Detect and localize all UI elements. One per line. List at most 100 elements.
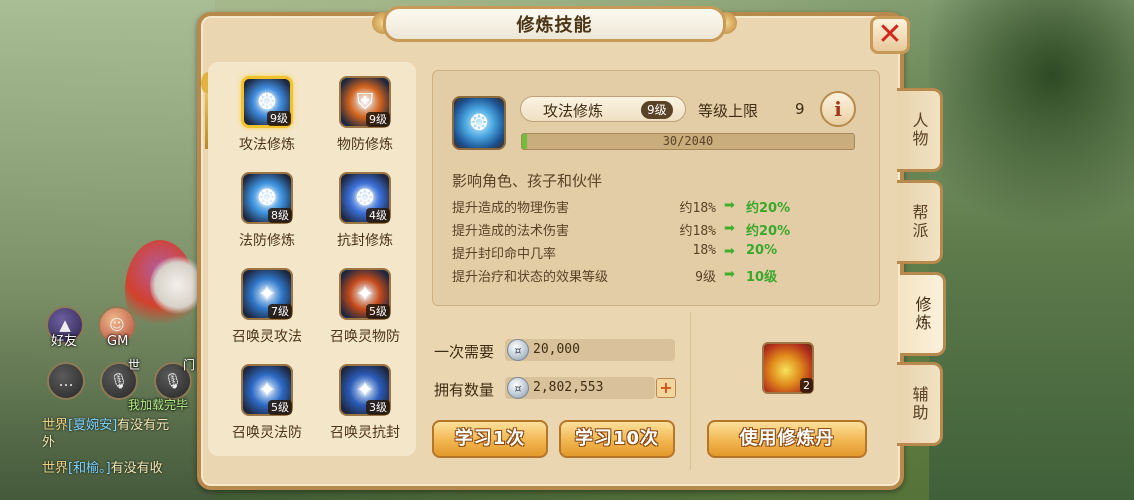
level-cap-label: 等级上限 <box>698 102 759 120</box>
effect-name: 提升封印命中几率 <box>452 247 557 262</box>
tab-character[interactable]: 人物 <box>897 88 943 172</box>
cost-once-label: 一次需要 <box>434 343 495 361</box>
tab-assist[interactable]: 辅助 <box>897 362 943 446</box>
chat-button[interactable]: … <box>47 362 85 400</box>
add-currency-button[interactable]: + <box>656 378 676 398</box>
skill-level-badge: 9级 <box>366 112 390 127</box>
effect-next: 约20% <box>746 201 791 216</box>
chat-text: 外 <box>42 435 56 450</box>
tab-cultivation[interactable]: 修炼 <box>900 272 946 356</box>
skill-level-badge: 9级 <box>641 101 673 119</box>
affects-text: 影响角色、孩子和伙伴 <box>452 172 603 190</box>
effect-row: 提升造成的物理伤害 约18% ➡ 约20% <box>452 197 872 219</box>
skill-icon-frame: ✦ 5级 <box>339 268 391 320</box>
loading-status: 我加载完毕 <box>128 398 189 412</box>
learn-ten-button[interactable]: 学习10次 <box>559 420 675 458</box>
microphone-icon: 🎙 <box>109 372 129 390</box>
close-icon: ✕ <box>877 17 903 52</box>
level-cap-value: 9 <box>795 100 805 118</box>
silver-coin-icon: ¤ <box>507 339 529 361</box>
effect-next: 10级 <box>746 270 778 285</box>
arrow-right-icon: ➡ <box>724 244 735 259</box>
use-pill-button[interactable]: 使用修炼丹 <box>707 420 867 458</box>
cultivation-pill-item[interactable]: 2 <box>762 342 814 394</box>
effect-current: 9级 <box>695 270 716 285</box>
owned-label: 拥有数量 <box>434 381 495 399</box>
skill-item[interactable]: ✦ 5级召唤灵法防 <box>218 354 316 449</box>
skill-item[interactable]: ✦ 5级召唤灵物防 <box>316 258 414 353</box>
friends-label: 好友 <box>51 334 78 349</box>
skill-label: 召唤灵法防 <box>232 425 302 441</box>
chat-line: 外 <box>42 431 212 450</box>
chat-sender[interactable]: [和榆。] <box>68 461 111 476</box>
skill-level-badge: 9级 <box>267 111 291 126</box>
effect-name: 提升造成的物理伤害 <box>452 201 570 216</box>
effect-row: 提升封印命中几率 18% ➡ 20% <box>452 243 872 265</box>
silver-coin-icon: ¤ <box>507 377 529 399</box>
panel-title: 修炼技能 <box>383 6 726 42</box>
arrow-right-icon: ➡ <box>724 221 735 236</box>
cost-once-value: 20,000 <box>505 339 675 361</box>
section-divider <box>690 312 691 470</box>
skill-icon-frame: ✦ 7级 <box>241 268 293 320</box>
learn-once-button[interactable]: 学习1次 <box>432 420 548 458</box>
chat-bubble-icon: … <box>58 372 74 390</box>
voice-world-label: 世 <box>128 358 141 372</box>
skill-label: 法防修炼 <box>239 233 295 249</box>
skill-item[interactable]: ❂ 4级抗封修炼 <box>316 162 414 257</box>
skill-item[interactable]: ❂ 8级法防修炼 <box>218 162 316 257</box>
skill-icon-frame: ❂ 8级 <box>241 172 293 224</box>
skill-icon-frame: ⛨ 9级 <box>339 76 391 128</box>
info-button[interactable]: i <box>820 91 856 127</box>
effect-row: 提升治疗和状态的效果等级 9级 ➡ 10级 <box>452 266 872 288</box>
skill-icon-frame: ✦ 3级 <box>339 364 391 416</box>
skill-label: 攻法修炼 <box>239 137 295 153</box>
skill-label: 召唤灵攻法 <box>232 329 302 345</box>
effect-name: 提升治疗和状态的效果等级 <box>452 270 609 285</box>
skill-label: 物防修炼 <box>337 137 393 153</box>
microphone-icon: 🎙 <box>163 372 183 390</box>
chat-text: 有没有收 <box>110 461 163 476</box>
skill-icon-frame: ❂ 9级 <box>241 76 293 128</box>
close-button[interactable]: ✕ <box>870 16 910 54</box>
effect-current: 约18% <box>679 224 716 239</box>
skill-label: 召唤灵抗封 <box>330 425 400 441</box>
skill-label: 召唤灵物防 <box>330 329 400 345</box>
skill-level-badge: 8级 <box>268 208 292 223</box>
skill-level-badge: 5级 <box>268 400 292 415</box>
skill-level-badge: 5级 <box>366 304 390 319</box>
effect-row: 提升造成的法术伤害 约18% ➡ 约20% <box>452 220 872 242</box>
skill-icon-frame: ❂ 4级 <box>339 172 391 224</box>
game-world-right <box>929 0 1134 500</box>
voice-gate-label: 门 <box>183 358 196 372</box>
effect-name: 提升造成的法术伤害 <box>452 224 570 239</box>
skill-item[interactable]: ✦ 7级召唤灵攻法 <box>218 258 316 353</box>
gm-label: GM <box>107 334 129 349</box>
skill-level-badge: 7级 <box>268 304 292 319</box>
panel-title-text: 修炼技能 <box>516 15 593 36</box>
arrow-right-icon: ➡ <box>724 198 735 213</box>
effect-next: 20% <box>746 243 778 258</box>
skill-name: 攻法修炼 <box>543 102 604 120</box>
gm-avatar-icon: ☺ <box>109 316 125 334</box>
skill-item[interactable]: ⛨ 9级物防修炼 <box>316 66 414 161</box>
info-icon: i <box>834 97 842 121</box>
pill-count: 2 <box>800 378 813 393</box>
exp-progress-bar: 30/2040 <box>521 133 855 150</box>
tab-guild[interactable]: 帮派 <box>897 180 943 264</box>
skill-level-badge: 3级 <box>366 400 390 415</box>
skill-level-badge: 4级 <box>366 208 390 223</box>
skill-label: 抗封修炼 <box>337 233 393 249</box>
skill-item[interactable]: ✦ 3级召唤灵抗封 <box>316 354 414 449</box>
effect-next: 约20% <box>746 224 791 239</box>
effect-current: 约18% <box>679 201 716 216</box>
selected-skill-swirl-icon: ❂ <box>452 96 506 150</box>
chat-line: 世界[和榆。]有没有收 <box>42 457 212 476</box>
arrow-right-icon: ➡ <box>724 267 735 282</box>
chat-channel-tag: 世界 <box>42 461 69 476</box>
effect-current: 18% <box>692 243 716 258</box>
exp-progress-text: 30/2040 <box>662 134 714 148</box>
skill-name-pill: 攻法修炼 9级 <box>520 96 686 122</box>
skill-item[interactable]: ❂ 9级攻法修炼 <box>218 66 316 161</box>
skill-icon-frame: ✦ 5级 <box>241 364 293 416</box>
